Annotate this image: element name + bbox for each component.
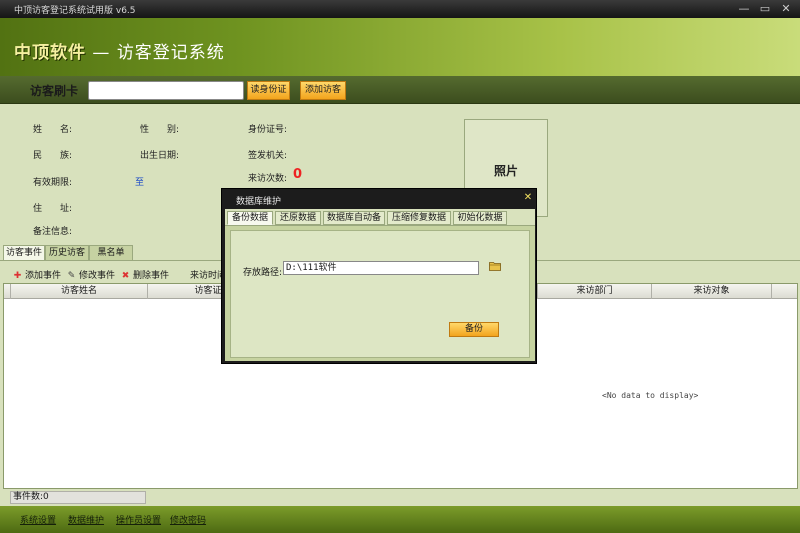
card-input[interactable] [88, 81, 244, 100]
birth-date-label: 出生日期: [140, 151, 180, 161]
gender-label: 性 别: [140, 125, 180, 135]
database-maintenance-dialog: 数据库维护 ✕ 备份数据库 还原数据库 数据库自动备份 压缩修复数据库 初始化数… [221, 188, 537, 364]
id-number-label: 身份证号: [248, 125, 288, 135]
name-label: 姓 名: [33, 125, 73, 135]
footer-change-password-link[interactable]: 修改密码 [170, 513, 206, 526]
address-label: 住 址: [33, 204, 73, 214]
path-input[interactable]: D:\111软件 [283, 261, 479, 275]
dialog-body: 存放路径: D:\111软件 备份 [225, 225, 535, 361]
backup-button[interactable]: 备份 [449, 322, 499, 337]
tab-backup-database[interactable]: 备份数据库 [227, 211, 273, 236]
row-indicator-header [4, 284, 11, 299]
backup-panel: 存放路径: D:\111软件 备份 [230, 230, 530, 358]
column-host[interactable]: 来访对象 [652, 284, 772, 299]
empty-table-message: <No data to display> [602, 391, 699, 400]
column-visitor-name[interactable]: 访客姓名 [11, 284, 148, 299]
path-label: 存放路径: [243, 268, 283, 278]
card-label: 访客刷卡 [30, 84, 79, 98]
minimize-icon[interactable]: — [736, 2, 752, 16]
tab-restore-database[interactable]: 还原数据库 [275, 211, 321, 236]
event-count-status: 事件数:0 [10, 491, 146, 504]
issuer-label: 签发机关: [248, 151, 288, 161]
tab-compact-repair[interactable]: 压缩修复数据库 [387, 211, 451, 236]
visit-count-label: 来访次数: [248, 174, 288, 184]
footer-data-maintenance-link[interactable]: 数据维护 [68, 513, 104, 526]
maximize-icon[interactable]: ▭ [757, 2, 773, 16]
tab-init-database[interactable]: 初始化数据库 [453, 211, 507, 236]
remarks-label: 备注信息: [33, 227, 73, 237]
window-title: 中顶访客登记系统试用版 v6.5 [14, 6, 136, 16]
brand-title: 中顶软件 — 访客登记系统 [14, 38, 225, 63]
system-name: 访客登记系统 [116, 43, 225, 63]
tab-visitor-events[interactable]: 访客事件 [3, 245, 45, 260]
add-visitor-button[interactable]: 添加访客 [300, 81, 346, 100]
read-id-button[interactable]: 读身份证 [247, 81, 290, 100]
valid-period-label: 有效期限: [33, 178, 73, 188]
tab-history-visitors[interactable]: 历史访客 [45, 245, 89, 260]
edit-icon: ✎ [67, 271, 76, 281]
photo-label: 照片 [493, 164, 518, 178]
ethnicity-label: 民 族: [33, 151, 73, 161]
folder-icon[interactable] [489, 261, 501, 271]
window-title-bar: 中顶访客登记系统试用版 v6.5 — ▭ ✕ [0, 0, 800, 18]
visit-count-value: 0 [293, 167, 303, 182]
add-icon: ✚ [13, 271, 22, 281]
tab-blacklist[interactable]: 黑名单 [89, 245, 133, 260]
dialog-tab-strip: 备份数据库 还原数据库 数据库自动备份 压缩修复数据库 初始化数据库 [225, 209, 535, 236]
valid-to-label: 至 [135, 178, 145, 188]
delete-event-button[interactable]: ✖ 删除事件 [120, 268, 169, 281]
close-icon[interactable]: ✕ [778, 2, 794, 16]
tab-auto-backup[interactable]: 数据库自动备份 [323, 211, 385, 236]
dialog-close-icon[interactable]: ✕ [522, 192, 534, 204]
footer-operator-settings-link[interactable]: 操作员设置 [116, 513, 161, 526]
brand-separator: — [92, 43, 111, 63]
edit-event-label: 修改事件 [79, 271, 116, 281]
delete-icon: ✖ [121, 271, 130, 281]
edit-event-button[interactable]: ✎ 修改事件 [66, 268, 115, 281]
delete-event-label: 删除事件 [133, 271, 170, 281]
add-event-label: 添加事件 [25, 271, 62, 281]
brand-name: 中顶软件 [14, 43, 86, 63]
add-event-button[interactable]: ✚ 添加事件 [12, 268, 61, 281]
dialog-title: 数据库维护 [236, 197, 282, 207]
footer-system-settings-link[interactable]: 系统设置 [20, 513, 56, 526]
column-department[interactable]: 来访部门 [538, 284, 652, 299]
